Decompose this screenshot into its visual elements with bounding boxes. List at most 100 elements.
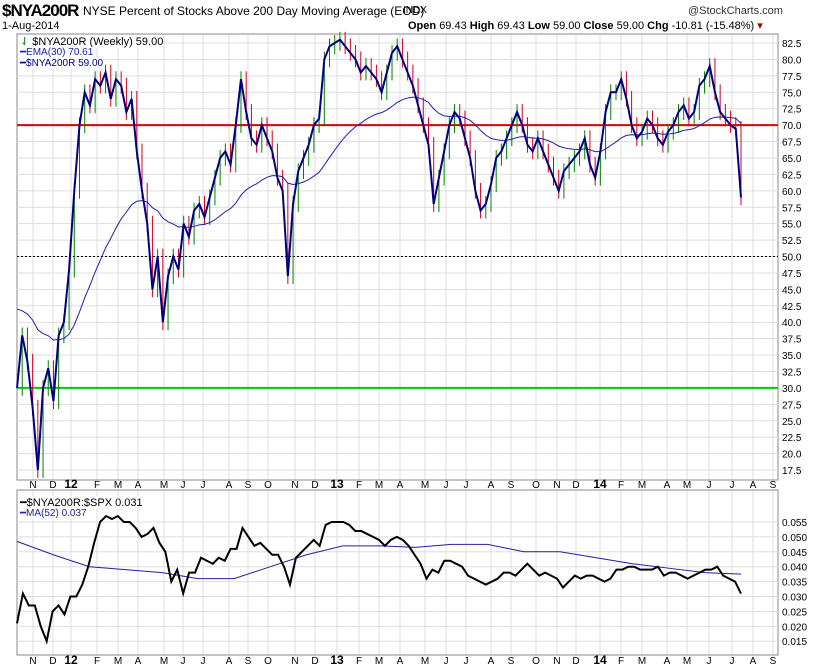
y-tick-label: 40.0 xyxy=(782,318,802,329)
y-tick-label: 0.015 xyxy=(782,637,807,648)
month-label: A xyxy=(397,480,404,491)
y-tick-label: 67.5 xyxy=(782,138,802,149)
month-label: F xyxy=(356,656,362,667)
month-label: M xyxy=(114,480,122,491)
y-tick-label: 0.050 xyxy=(782,533,807,544)
legend-close: ━$NYA200R 59.00 xyxy=(20,58,104,69)
chart-root: $NYA200R NYSE Percent of Stocks Above 20… xyxy=(0,0,820,668)
month-label: M xyxy=(160,656,168,667)
month-label: N xyxy=(553,656,560,667)
month-label: M xyxy=(421,656,429,667)
month-label: F xyxy=(94,480,100,491)
y-tick-label: 80.0 xyxy=(782,55,802,66)
month-label: O xyxy=(264,656,272,667)
month-label: M xyxy=(421,480,429,491)
month-label: A xyxy=(664,480,671,491)
legend-ma: ━MA(52) 0.037 xyxy=(20,508,87,519)
y-tick-label: 60.0 xyxy=(782,187,802,198)
month-label: F xyxy=(618,480,624,491)
month-label: N xyxy=(291,656,298,667)
month-label: A xyxy=(488,656,495,667)
month-label: M xyxy=(638,656,646,667)
legend-ema: ━EMA(30) 70.61 xyxy=(20,47,94,58)
month-label: D xyxy=(311,480,318,491)
y-tick-label: 27.5 xyxy=(782,400,802,411)
month-label: O xyxy=(532,480,540,491)
month-label: J xyxy=(201,480,206,491)
month-label: A xyxy=(135,480,142,491)
month-label: A xyxy=(226,656,233,667)
month-label: M xyxy=(375,656,383,667)
month-label: A xyxy=(664,656,671,667)
month-label: J xyxy=(707,656,712,667)
y-tick-label: 25.0 xyxy=(782,417,802,428)
month-label: M xyxy=(375,480,383,491)
y-tick-label: 42.5 xyxy=(782,302,802,313)
month-label: D xyxy=(49,480,56,491)
y-tick-label: 0.020 xyxy=(782,622,807,633)
month-label: A xyxy=(488,480,495,491)
y-tick-label: 22.5 xyxy=(782,433,802,444)
month-label: 14 xyxy=(593,477,607,491)
month-label: S xyxy=(245,480,252,491)
y-tick-label: 77.5 xyxy=(782,72,802,83)
month-label: J xyxy=(730,480,735,491)
month-label: D xyxy=(311,656,318,667)
y-tick-label: 45.0 xyxy=(782,285,802,296)
month-label: J xyxy=(444,656,449,667)
month-label: S xyxy=(508,656,515,667)
y-tick-label: 0.040 xyxy=(782,563,807,574)
month-label: J xyxy=(707,480,712,491)
y-tick-label: 57.5 xyxy=(782,203,802,214)
month-label: F xyxy=(618,656,624,667)
y-tick-label: 72.5 xyxy=(782,105,802,116)
month-label: D xyxy=(572,480,579,491)
month-label: N xyxy=(29,656,36,667)
month-label: S xyxy=(770,480,777,491)
y-tick-label: 17.5 xyxy=(782,466,802,477)
month-label: F xyxy=(94,656,100,667)
y-tick-label: 52.5 xyxy=(782,236,802,247)
month-label: J xyxy=(464,480,469,491)
month-label: M xyxy=(160,480,168,491)
month-label: J xyxy=(730,656,735,667)
month-label: D xyxy=(572,656,579,667)
legend-ema-label: EMA(30) 70.61 xyxy=(26,47,94,58)
y-tick-label: 0.025 xyxy=(782,607,807,618)
month-label: N xyxy=(29,480,36,491)
month-label: S xyxy=(770,656,777,667)
legend-ma-label: MA(52) 0.037 xyxy=(26,508,87,519)
legend-close-label: $NYA200R 59.00 xyxy=(26,58,104,69)
month-label: M xyxy=(683,480,691,491)
month-label: S xyxy=(245,656,252,667)
month-label: O xyxy=(264,480,272,491)
y-tick-label: 0.035 xyxy=(782,578,807,589)
month-label: 12 xyxy=(64,477,78,491)
month-label: S xyxy=(508,480,515,491)
month-label: A xyxy=(135,656,142,667)
panel-border xyxy=(16,489,779,656)
month-label: D xyxy=(49,656,56,667)
month-label: F xyxy=(356,480,362,491)
month-label: M xyxy=(638,480,646,491)
y-tick-label: 0.055 xyxy=(782,518,807,529)
month-label: 13 xyxy=(330,477,344,491)
y-tick-label: 82.5 xyxy=(782,39,802,50)
month-label: 12 xyxy=(64,653,78,667)
month-label: A xyxy=(397,656,404,667)
y-tick-label: 75.0 xyxy=(782,88,802,99)
month-label: M xyxy=(683,656,691,667)
month-label: J xyxy=(444,480,449,491)
y-tick-label: 30.0 xyxy=(782,384,802,395)
month-label: A xyxy=(226,480,233,491)
month-label: J xyxy=(201,656,206,667)
y-tick-label: 55.0 xyxy=(782,220,802,231)
month-label: N xyxy=(553,480,560,491)
month-label: J xyxy=(464,656,469,667)
y-tick-label: 32.5 xyxy=(782,368,802,379)
month-label: J xyxy=(181,480,186,491)
chart-svg: 82.5 80.0 77.5 75.0 72.5 70.0 67.5 65.0 62.5 60.0… xyxy=(16,31,807,667)
y-tick-label: 70.0 xyxy=(782,121,802,132)
month-label: A xyxy=(750,480,757,491)
y-tick-label: 47.5 xyxy=(782,269,802,280)
